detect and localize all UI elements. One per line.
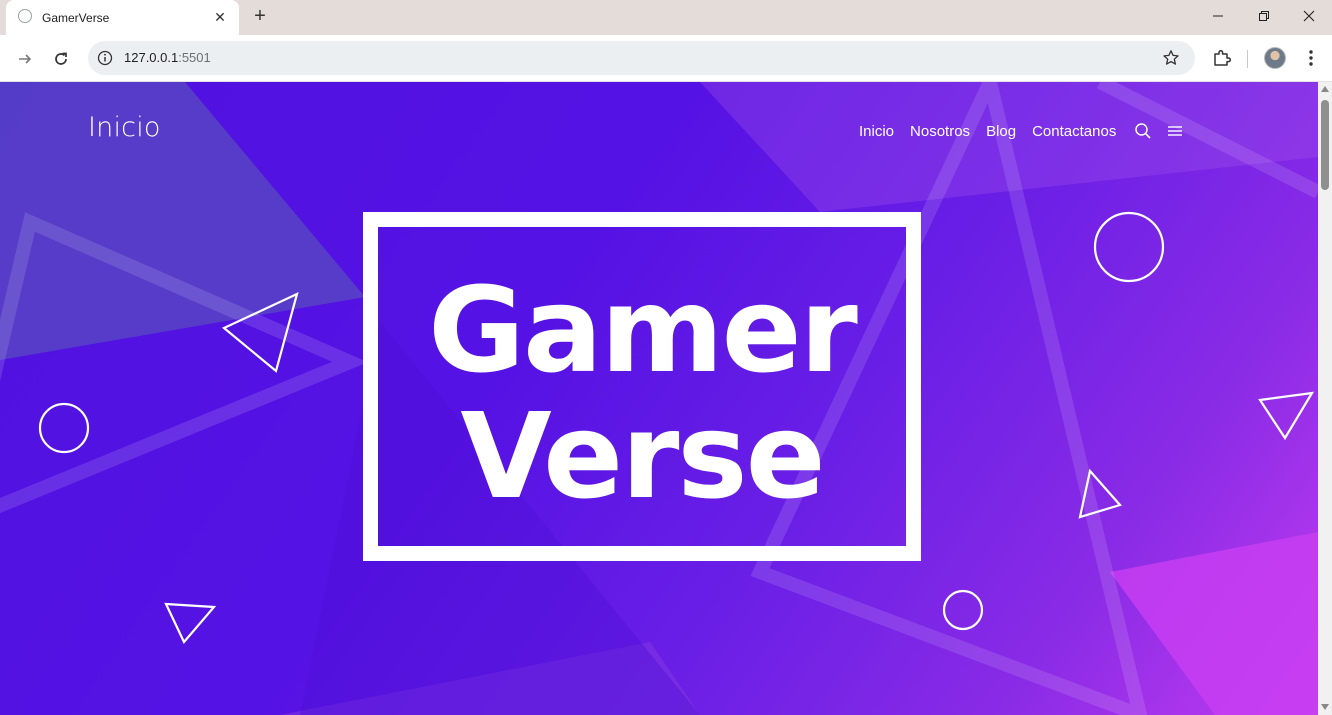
- extensions-icon[interactable]: [1210, 46, 1234, 70]
- nav-link-blog[interactable]: Blog: [986, 123, 1016, 140]
- star-icon[interactable]: [1161, 48, 1181, 68]
- minimize-button[interactable]: [1195, 0, 1241, 32]
- menu-icon[interactable]: [1164, 120, 1186, 142]
- nav-link-inicio[interactable]: Inicio: [859, 123, 894, 140]
- window-close-button[interactable]: [1286, 0, 1332, 32]
- tab-title: GamerVerse: [42, 10, 110, 25]
- close-window-icon: [1303, 10, 1315, 22]
- hero-title-line-1: Gamer: [428, 261, 858, 399]
- triangle-shape: [164, 602, 217, 645]
- close-icon[interactable]: ✕: [211, 8, 229, 26]
- nav-link-nosotros[interactable]: Nosotros: [910, 123, 970, 140]
- circle-shape: [38, 402, 90, 454]
- bg-facet-left: [0, 82, 365, 360]
- address-bar[interactable]: 127.0.0.1:5501: [88, 41, 1195, 75]
- page-viewport: Inicio Inicio Nosotros Blog Contactanos …: [0, 82, 1318, 715]
- triangle-shape: [1258, 391, 1315, 441]
- scroll-up-arrow[interactable]: [1321, 86, 1329, 92]
- more-icon[interactable]: [1300, 46, 1322, 70]
- restore-icon: [1259, 11, 1269, 21]
- minimize-icon: [1213, 15, 1223, 17]
- site-nav: Inicio Nosotros Blog Contactanos: [859, 120, 1196, 142]
- favicon-icon: [18, 8, 32, 23]
- hero-title-frame: Gamer Verse: [363, 212, 921, 561]
- reload-icon[interactable]: [47, 45, 75, 73]
- browser-toolbar: 127.0.0.1:5501: [0, 35, 1332, 82]
- hero-title-line-2: Verse: [460, 387, 825, 525]
- info-icon[interactable]: [96, 49, 114, 67]
- search-icon[interactable]: [1132, 120, 1154, 142]
- page-scrollbar[interactable]: [1318, 82, 1332, 715]
- forward-icon[interactable]: [11, 45, 39, 73]
- maximize-button[interactable]: [1241, 0, 1287, 32]
- scroll-thumb[interactable]: [1321, 100, 1329, 190]
- url-text: 127.0.0.1:5501: [124, 50, 211, 65]
- browser-tab[interactable]: GamerVerse ✕: [6, 0, 239, 35]
- bg-facet-bottom-right: [1110, 532, 1318, 715]
- url-host: 127.0.0.1: [124, 50, 179, 65]
- circle-shape: [1093, 211, 1165, 283]
- avatar[interactable]: [1264, 47, 1286, 69]
- toolbar-divider: [1247, 50, 1248, 68]
- nav-link-contactanos[interactable]: Contactanos: [1032, 123, 1116, 140]
- scroll-down-arrow[interactable]: [1321, 704, 1329, 710]
- plus-icon[interactable]: +: [249, 5, 271, 27]
- circle-shape: [942, 589, 984, 631]
- url-port: :5501: [178, 50, 211, 65]
- tab-bar: GamerVerse ✕ +: [0, 0, 1332, 35]
- site-logo[interactable]: Inicio: [88, 112, 161, 143]
